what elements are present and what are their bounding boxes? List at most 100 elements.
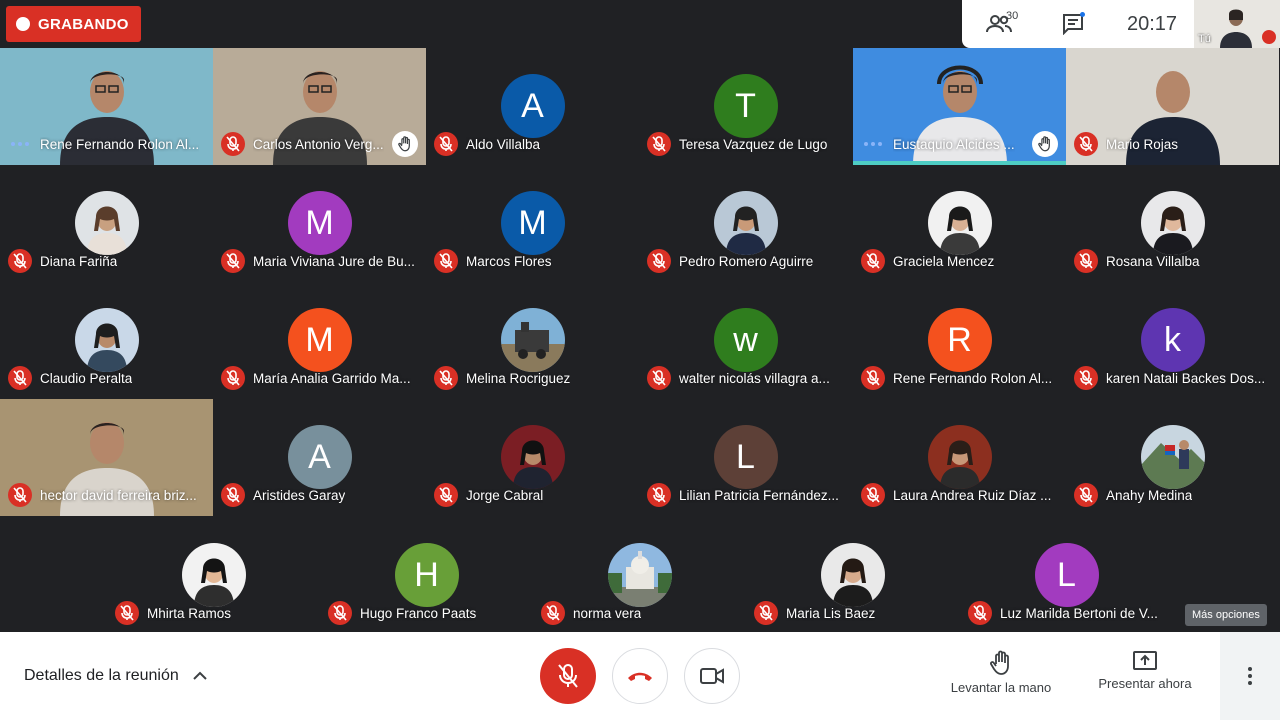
participant-tile[interactable]: R Rene Fernando Rolon Al... — [853, 282, 1066, 399]
participant-tile[interactable]: A Aristides Garay — [213, 399, 426, 516]
present-screen-icon — [1133, 651, 1157, 670]
participant-tile[interactable]: Mario Rojas — [1066, 48, 1279, 165]
participant-name-row: Jorge Cabral — [434, 483, 631, 507]
mic-off-icon — [221, 132, 245, 156]
bottom-toolbar: Detalles de la reunión Levantar la mano … — [0, 632, 1280, 720]
participant-avatar: M — [287, 191, 352, 255]
participant-tile[interactable]: Graciela Mencez — [853, 165, 1066, 282]
participant-avatar: L — [713, 425, 778, 489]
mic-off-icon — [861, 483, 885, 507]
chat-unread-dot — [1080, 12, 1085, 17]
participant-name: Maria Viviana Jure de Bu... — [253, 253, 415, 269]
meeting-details-label: Detalles de la reunión — [24, 667, 179, 684]
microphone-toggle-button[interactable] — [540, 648, 596, 704]
participant-photo-avatar — [74, 308, 139, 372]
participant-name-row: Claudio Peralta — [8, 366, 205, 390]
mic-off-icon — [647, 132, 671, 156]
participant-tile[interactable]: Carlos Antonio Verg... — [213, 48, 426, 165]
participant-tile[interactable]: M María Analia Garrido Ma... — [213, 282, 426, 399]
raised-hand-icon — [392, 131, 418, 157]
participant-tile[interactable]: w walter nicolás villagra a... — [639, 282, 852, 399]
participant-tile[interactable]: Maria Lis Baez — [746, 517, 959, 634]
participant-name: Eustaquio Alcides ... — [893, 136, 1015, 152]
participant-tile[interactable]: Anahy Medina — [1066, 399, 1279, 516]
participant-name: karen Natali Backes Dos... — [1106, 370, 1266, 386]
participant-avatar: w — [713, 308, 778, 372]
participant-photo-avatar — [607, 543, 672, 607]
mic-off-icon — [647, 249, 671, 273]
participant-name-row: Mario Rojas — [1074, 132, 1271, 156]
participant-tile[interactable]: Melina Rocriguez — [426, 282, 639, 399]
self-video-tile[interactable]: Tú — [1194, 0, 1280, 48]
participant-tile[interactable]: A Aldo Villalba — [426, 48, 639, 165]
participant-name: Carlos Antonio Verg... — [253, 136, 384, 152]
mic-off-icon — [434, 483, 458, 507]
camera-toggle-button[interactable] — [684, 648, 740, 704]
mic-off-icon — [754, 601, 778, 625]
participant-avatar: H — [394, 543, 459, 607]
meeting-details-button[interactable]: Detalles de la reunión — [24, 632, 207, 720]
participant-tile[interactable]: Jorge Cabral — [426, 399, 639, 516]
participant-tile[interactable]: M Maria Viviana Jure de Bu... — [213, 165, 426, 282]
leave-call-button[interactable] — [612, 648, 668, 704]
participant-name-row: Carlos Antonio Verg... — [221, 132, 418, 156]
participant-name: Rene Fernando Rolon Al... — [40, 136, 200, 152]
participant-tile[interactable]: Laura Andrea Ruiz Díaz ... — [853, 399, 1066, 516]
raise-hand-button[interactable]: Levantar la mano — [942, 650, 1060, 695]
participant-tile[interactable]: Rosana Villalba — [1066, 165, 1279, 282]
chevron-up-icon — [193, 671, 207, 680]
mic-off-icon — [861, 366, 885, 390]
participant-name-row: Aristides Garay — [221, 483, 418, 507]
participant-name-row: Rene Fernando Rolon Al... — [861, 366, 1058, 390]
participant-name-row: Luz Marilda Bertoni de V... — [968, 601, 1165, 625]
participant-name: Mhirta Ramos — [147, 605, 232, 621]
present-now-label: Presentar ahora — [1098, 676, 1192, 691]
participant-name-row: norma vera — [541, 601, 738, 625]
participant-tile[interactable]: Rene Fernando Rolon Al... — [0, 48, 213, 165]
participant-avatar: M — [287, 308, 352, 372]
participant-tile[interactable]: hector david ferreira briz... — [0, 399, 213, 516]
chat-button[interactable] — [1036, 0, 1110, 48]
participant-name-row: Pedro Romero Aguirre — [647, 249, 844, 273]
self-person-image — [1214, 4, 1258, 48]
participant-tile[interactable]: norma vera — [533, 517, 746, 634]
people-button[interactable]: 30 — [962, 0, 1036, 48]
participant-avatar: A — [500, 74, 565, 138]
participant-name-row: Anahy Medina — [1074, 483, 1271, 507]
mic-off-icon — [221, 483, 245, 507]
audio-indicator-icon — [8, 132, 32, 156]
more-options-button[interactable] — [1220, 632, 1280, 720]
participant-avatar: A — [287, 425, 352, 489]
participant-name-row: Mhirta Ramos — [115, 601, 312, 625]
participant-name-row: María Analia Garrido Ma... — [221, 366, 418, 390]
participant-tile[interactable]: Diana Fariña — [0, 165, 213, 282]
participant-tile[interactable]: Mhirta Ramos — [107, 517, 320, 634]
mic-off-icon — [861, 249, 885, 273]
participant-photo-avatar — [1140, 425, 1205, 489]
participant-tile[interactable]: H Hugo Franco Paats — [320, 517, 533, 634]
participant-tile[interactable]: Pedro Romero Aguirre — [639, 165, 852, 282]
participant-photo-avatar — [500, 308, 565, 372]
participant-tile[interactable]: Eustaquio Alcides ... — [853, 48, 1066, 165]
participant-tile[interactable]: L Lilian Patricia Fernández... — [639, 399, 852, 516]
participant-name: Anahy Medina — [1106, 487, 1193, 503]
participant-name-row: Laura Andrea Ruiz Díaz ... — [861, 483, 1058, 507]
mic-off-icon — [558, 664, 578, 688]
mic-off-icon — [221, 249, 245, 273]
mic-off-icon — [434, 249, 458, 273]
participant-name-row: Aldo Villalba — [434, 132, 631, 156]
mic-off-icon — [8, 366, 32, 390]
participant-name-row: hector david ferreira briz... — [8, 483, 205, 507]
participant-avatar: k — [1140, 308, 1205, 372]
mic-off-icon — [434, 366, 458, 390]
participant-tile[interactable]: Claudio Peralta — [0, 282, 213, 399]
present-now-button[interactable]: Presentar ahora — [1090, 650, 1200, 691]
participant-tile[interactable]: L Luz Marilda Bertoni de V... — [960, 517, 1173, 634]
participant-name: Luz Marilda Bertoni de V... — [1000, 605, 1158, 621]
mic-off-icon — [8, 249, 32, 273]
participant-tile[interactable]: M Marcos Flores — [426, 165, 639, 282]
participant-tile[interactable]: T Teresa Vazquez de Lugo — [639, 48, 852, 165]
participant-tile[interactable]: k karen Natali Backes Dos... — [1066, 282, 1279, 399]
recording-badge: GRABANDO — [6, 6, 141, 42]
participant-name: Mario Rojas — [1106, 136, 1179, 152]
